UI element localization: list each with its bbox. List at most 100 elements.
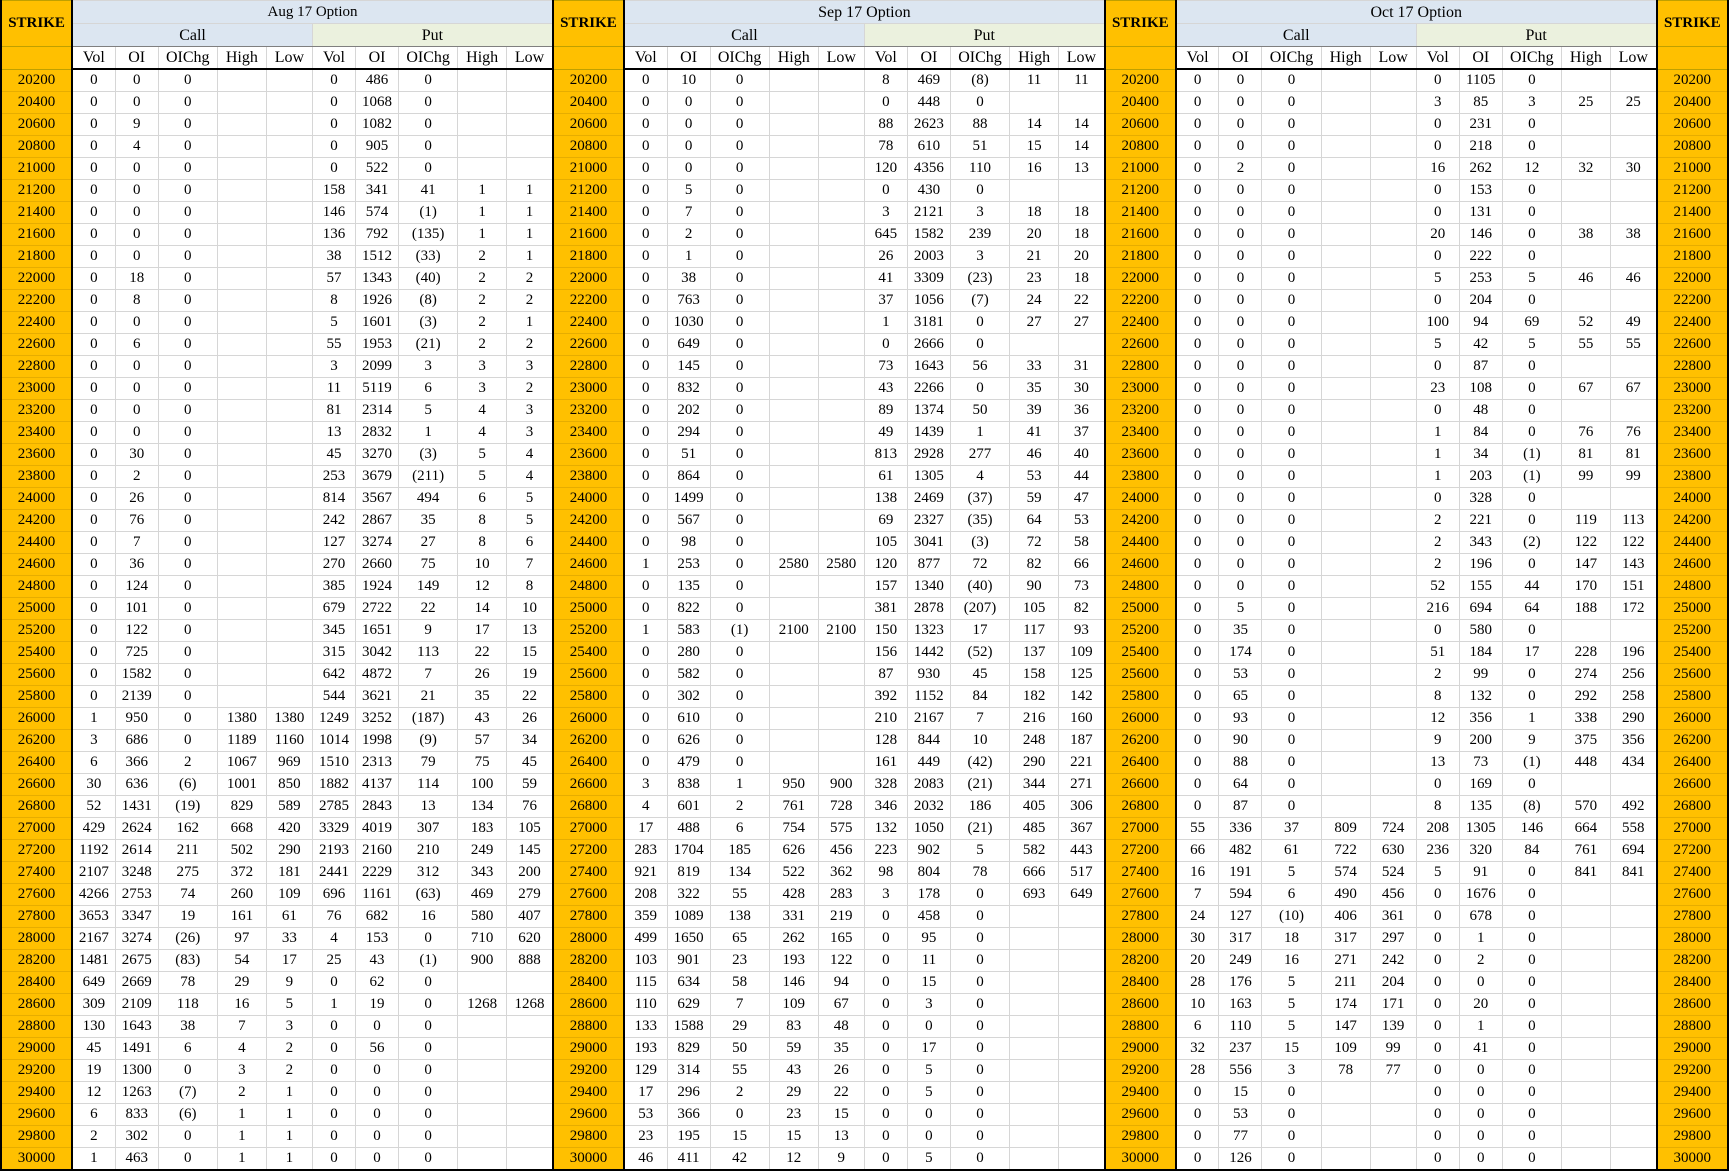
call-vol-cell: 1 xyxy=(623,553,668,576)
put-low-cell: 15 xyxy=(506,641,554,664)
put-oichg-cell: 0 xyxy=(398,113,459,136)
call-high-cell: 372 xyxy=(216,861,267,884)
call-high-cell xyxy=(768,575,819,598)
call-low-cell: 3 xyxy=(265,1015,313,1038)
put-low-cell: 99 xyxy=(1609,465,1658,488)
call-high-cell xyxy=(1320,157,1371,180)
call-oi-cell: 2624 xyxy=(114,817,159,840)
column-header-oi: OI xyxy=(354,46,400,70)
strike-cell: 22000 xyxy=(1655,267,1729,290)
put-high-cell: 761 xyxy=(1560,839,1611,862)
put-vol-cell: 9 xyxy=(1415,729,1460,752)
call-low-cell xyxy=(265,663,313,686)
table-row: 27200 1192 2614 211 502 290 2193 2160 210 249 145 2… xyxy=(0,839,1729,862)
put-high-cell xyxy=(1009,1147,1060,1171)
call-low-cell xyxy=(265,355,313,378)
call-vol-cell: 32 xyxy=(1175,1037,1220,1060)
strike-cell: 24200 xyxy=(0,509,74,532)
put-vol-cell: 0 xyxy=(1415,1015,1460,1038)
put-low-cell: 8 xyxy=(506,575,554,598)
call-vol-cell: 0 xyxy=(71,311,116,334)
put-low-cell: 492 xyxy=(1609,795,1658,818)
put-oi-cell: 221 xyxy=(1458,509,1503,532)
call-oichg-cell: 65 xyxy=(709,927,770,950)
put-vol-cell: 0 xyxy=(863,1015,908,1038)
call-vol-cell: 6 xyxy=(71,751,116,774)
strike-header: STRIKE xyxy=(1103,0,1177,47)
call-oi-cell: 18 xyxy=(114,267,159,290)
put-vol-cell: 2785 xyxy=(311,795,357,818)
put-high-cell: 1 xyxy=(457,179,508,202)
strike-cell: 25200 xyxy=(551,619,626,642)
put-vol-cell: 3 xyxy=(311,355,357,378)
strike-cell: 24800 xyxy=(1655,575,1729,598)
call-oichg-cell: 0 xyxy=(709,663,770,686)
put-high-cell: 182 xyxy=(1009,685,1060,708)
strike-cell: 24400 xyxy=(1103,531,1177,554)
call-oi-cell: 191 xyxy=(1218,861,1263,884)
call-oichg-cell: 0 xyxy=(709,729,770,752)
put-high-cell: 10 xyxy=(457,553,508,576)
call-oi-cell: 901 xyxy=(666,949,711,972)
put-vol-cell: 696 xyxy=(311,883,357,906)
call-vol-cell: 0 xyxy=(623,465,668,488)
call-vol-cell: 45 xyxy=(71,1037,116,1060)
put-high-cell xyxy=(1560,905,1611,928)
put-oichg-cell: 1 xyxy=(398,421,459,444)
call-oi-cell: 0 xyxy=(114,91,159,114)
call-high-cell xyxy=(1320,267,1371,290)
put-low-cell xyxy=(1058,1059,1106,1082)
call-high-cell xyxy=(1320,773,1371,796)
put-oi-cell: 3041 xyxy=(906,531,951,554)
column-header-vol: Vol xyxy=(311,46,357,70)
call-oi-cell: 202 xyxy=(666,399,711,422)
strike-cell: 22400 xyxy=(1655,311,1729,334)
put-low-cell xyxy=(506,157,554,180)
put-vol-cell: 8 xyxy=(863,68,908,92)
call-oi-cell: 294 xyxy=(666,421,711,444)
put-vol-cell: 20 xyxy=(1415,223,1460,246)
call-vol-cell: 0 xyxy=(623,399,668,422)
strike-cell: 21200 xyxy=(1103,179,1177,202)
call-high-cell xyxy=(216,179,267,202)
put-oi-cell: 1323 xyxy=(906,619,951,642)
put-high-cell xyxy=(457,1103,508,1126)
call-vol-cell: 103 xyxy=(623,949,668,972)
put-vol-cell: 138 xyxy=(863,487,908,510)
call-oi-cell: 53 xyxy=(1218,663,1263,686)
put-low-cell: 76 xyxy=(506,795,554,818)
put-vol-cell: 270 xyxy=(311,553,357,576)
call-high-cell: 83 xyxy=(768,1015,819,1038)
call-low-cell xyxy=(265,487,313,510)
table-row: 27800 3653 3347 19 161 61 76 682 16 580 407 27800 35… xyxy=(0,905,1729,928)
put-vol-cell: 0 xyxy=(1415,993,1460,1016)
call-oichg-cell: 78 xyxy=(157,971,218,994)
strike-cell: 22200 xyxy=(551,289,626,312)
put-vol-cell: 679 xyxy=(311,597,357,620)
call-high-cell xyxy=(1320,311,1371,334)
strike-cell: 26400 xyxy=(551,751,626,774)
put-low-cell: 3 xyxy=(506,421,554,444)
put-high-cell xyxy=(1560,487,1611,510)
call-low-cell xyxy=(265,179,313,202)
call-high-cell xyxy=(768,509,819,532)
call-oichg-cell: 0 xyxy=(157,487,218,510)
call-oi-cell: 280 xyxy=(666,641,711,664)
put-oi-cell: 1953 xyxy=(354,333,400,356)
put-oi-cell: 2928 xyxy=(906,443,951,466)
call-oi-cell: 2 xyxy=(1218,157,1263,180)
put-oichg-cell: 4 xyxy=(949,465,1011,488)
call-low-cell xyxy=(1369,289,1417,312)
put-low-cell: 46 xyxy=(1609,267,1658,290)
call-vol-cell: 0 xyxy=(71,553,116,576)
call-vol-cell: 0 xyxy=(623,707,668,730)
strike-cell: 26400 xyxy=(0,751,74,774)
call-low-cell xyxy=(1369,1147,1417,1171)
strike-cell: 20600 xyxy=(0,113,74,136)
put-oichg-cell: 312 xyxy=(398,861,459,884)
call-high-cell: 317 xyxy=(1320,927,1371,950)
put-high-cell: 4 xyxy=(457,399,508,422)
table-row: 20400 0 0 0 0 1068 0 20400 0 0 0 0 448 0 20400 0 0 0 3 85 3 2… xyxy=(0,91,1729,114)
call-oichg-cell: 0 xyxy=(157,707,218,730)
call-high-cell xyxy=(768,487,819,510)
